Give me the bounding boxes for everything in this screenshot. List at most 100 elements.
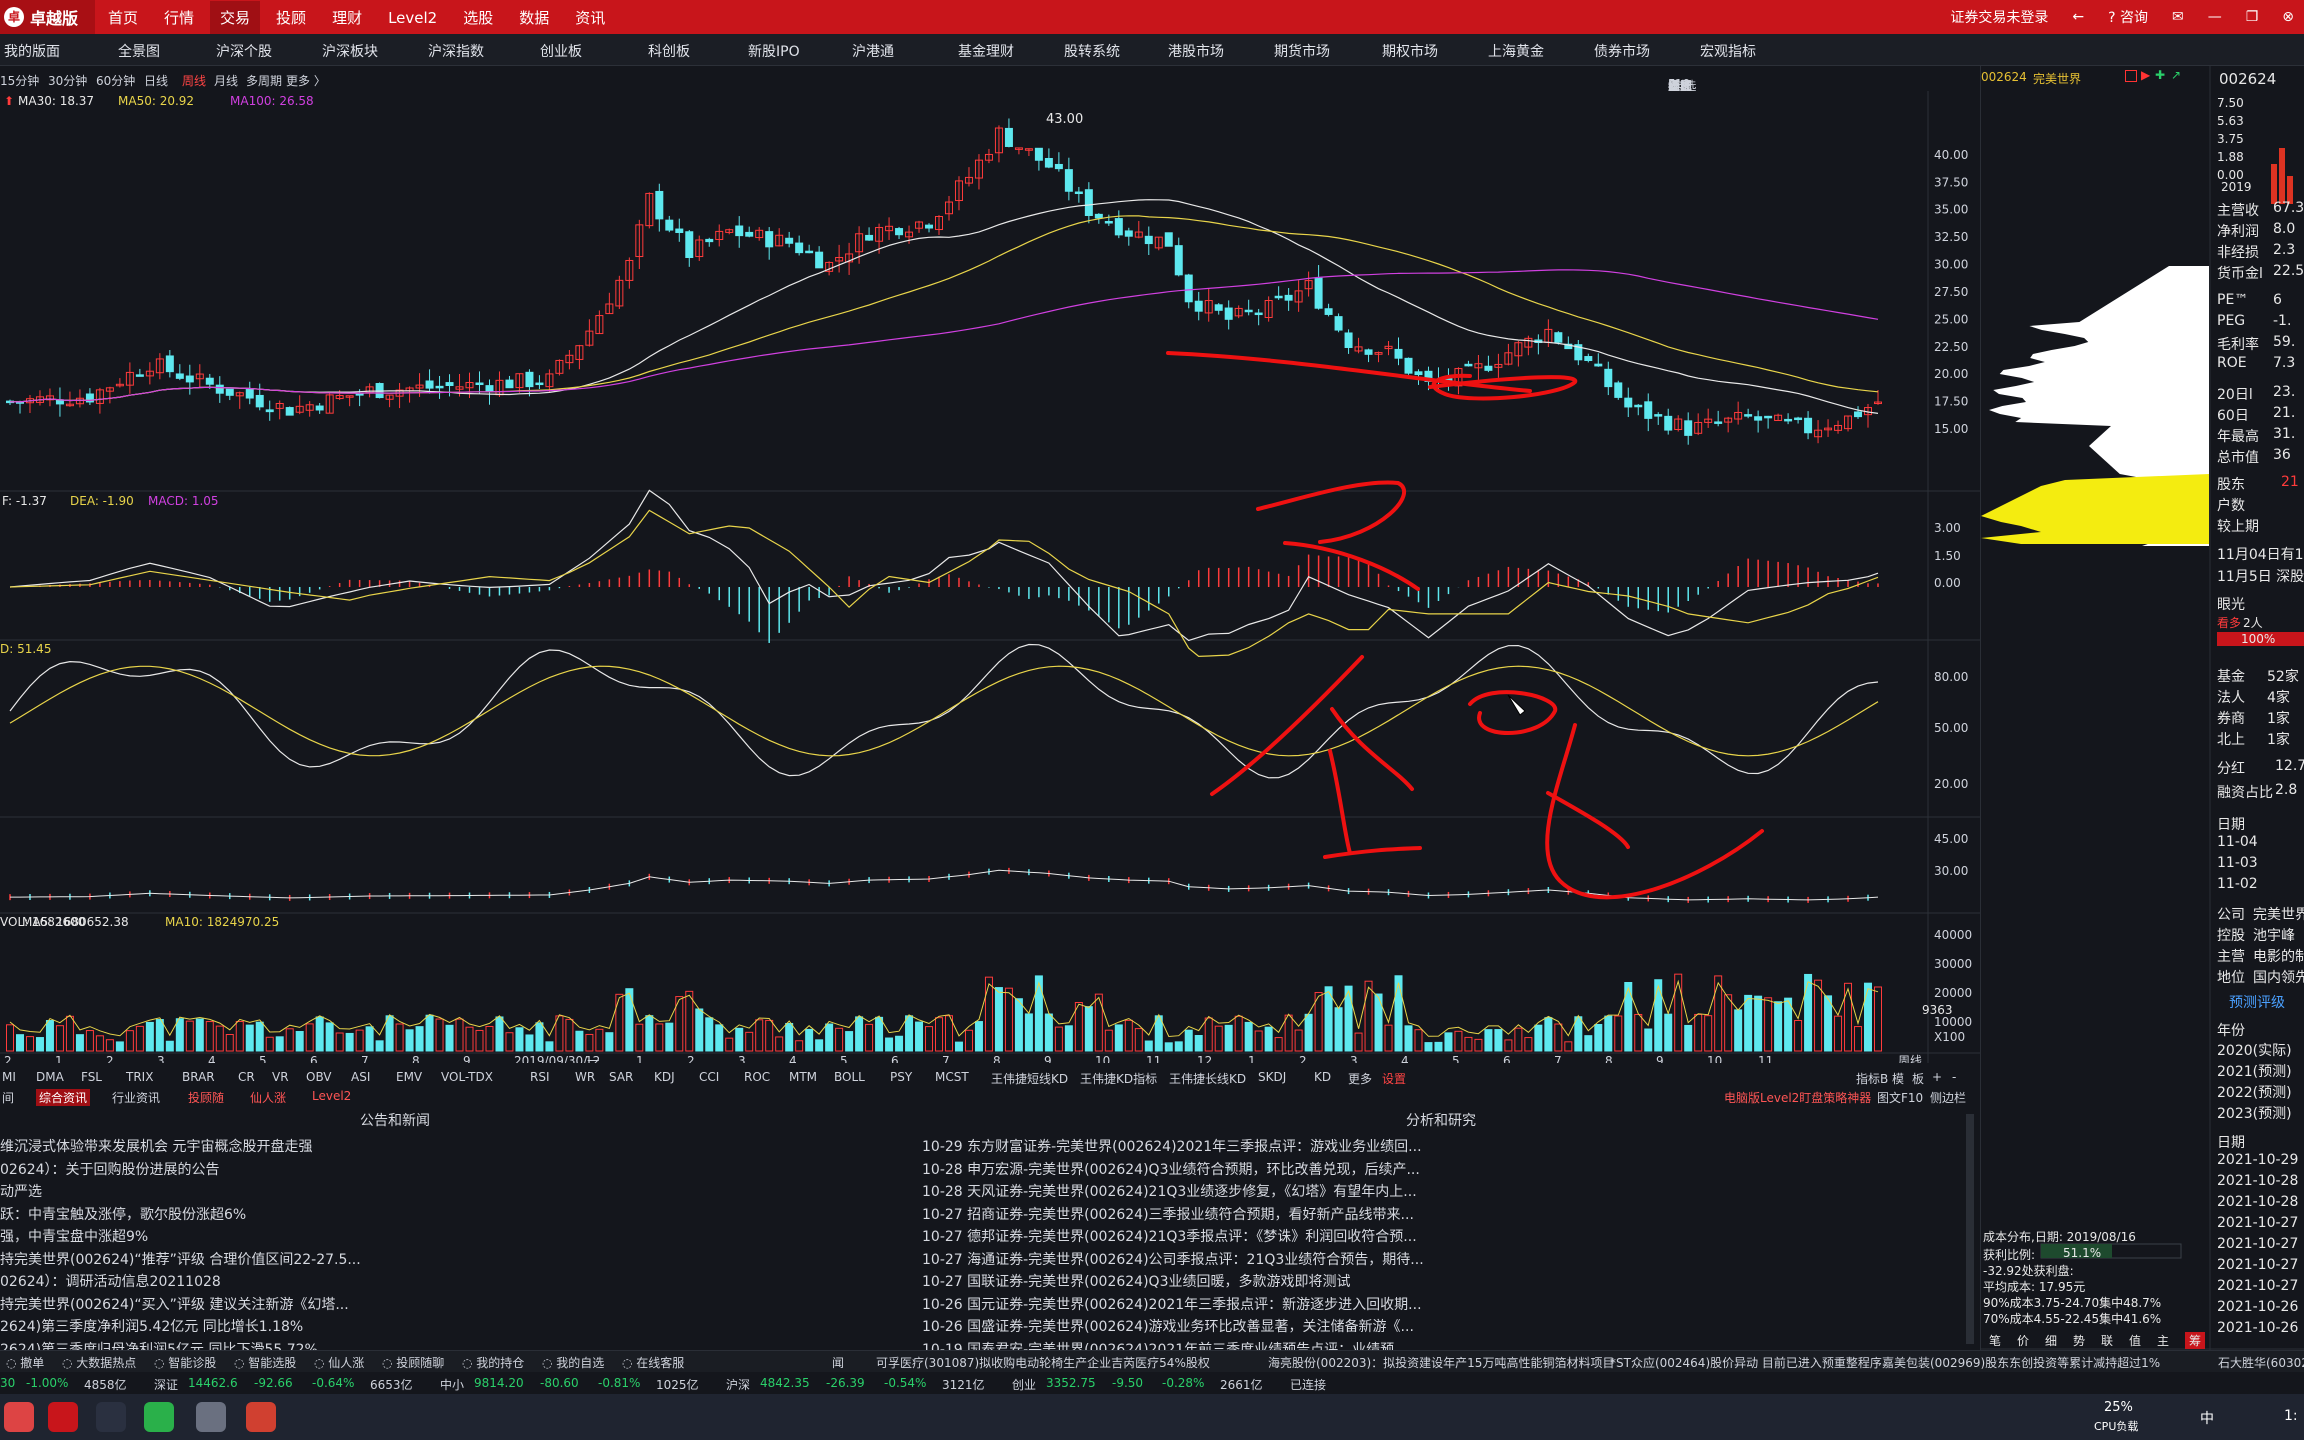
news-left-item[interactable]: 动严选 [0, 1181, 42, 1201]
app-taskbar-icon[interactable] [48, 1402, 78, 1432]
news-right-item[interactable]: 10-26 国盛证券-完美世界(002624)游戏业务环比改善显著，关注储备新游… [922, 1316, 1414, 1336]
index-item-14[interactable]: 4842.35 [760, 1376, 810, 1390]
index-item-9[interactable]: 9814.20 [474, 1376, 524, 1390]
period-tab-3[interactable]: 60分钟 [96, 72, 135, 89]
menu-0[interactable]: 首页 [108, 9, 138, 27]
index-item-19[interactable]: 3352.75 [1046, 1376, 1096, 1390]
index-item-7[interactable]: 6653亿 [370, 1376, 413, 1393]
ticker-item-3[interactable]: ◌ 智能选股 [234, 1354, 296, 1371]
mail-icon[interactable]: ✉ [2172, 9, 2184, 25]
sidebar-forecast-link[interactable]: 预测评级 [2229, 992, 2285, 1012]
news-left-item[interactable]: 强，中青宝盘中涨超9% [0, 1226, 148, 1246]
category-tab-2[interactable]: 沪深个股 [216, 41, 272, 61]
sidebar-bottom-tab-5[interactable]: 值 [2129, 1332, 2141, 1349]
category-tab-16[interactable]: 宏观指标 [1700, 41, 1756, 61]
index-item-8[interactable]: 中小 [440, 1376, 464, 1393]
category-tab-3[interactable]: 沪深板块 [322, 41, 378, 61]
indicator-tab-23[interactable]: 王伟捷长线KD [1169, 1070, 1246, 1087]
news-left-item[interactable]: 维沉浸式体验带来发展机会 元宇宙概念股开盘走强 [0, 1136, 312, 1156]
category-tab-4[interactable]: 沪深指数 [428, 41, 484, 61]
ticker-item-2[interactable]: ◌ 智能诊股 [154, 1354, 216, 1371]
ticker-item-8[interactable]: ◌ 在线客服 [622, 1354, 684, 1371]
indicator-tab-8[interactable]: ASI [351, 1070, 370, 1084]
info-tab-0[interactable]: 间 [2, 1089, 14, 1106]
indicator-tab-26[interactable]: 更多 [1348, 1070, 1372, 1087]
indicator-tab-18[interactable]: BOLL [834, 1070, 865, 1084]
index-item-21[interactable]: -0.28% [1162, 1376, 1204, 1390]
index-item-4[interactable]: 14462.6 [188, 1376, 238, 1390]
indicator-tab-16[interactable]: ROC [744, 1070, 770, 1084]
indicator-right-0[interactable]: 指标B [1856, 1070, 1888, 1087]
indicator-tab-5[interactable]: CR [238, 1070, 255, 1084]
ticker-news-0[interactable]: 闻 [832, 1354, 844, 1371]
login-status[interactable]: 证券交易未登录 [1950, 7, 2048, 27]
chart-area[interactable]: 40.00 37.50 35.00 32.50 30.00 27.50 25.00 22.50… [0, 91, 1980, 1076]
menu-7[interactable]: 数据 [519, 9, 549, 27]
category-tab-6[interactable]: 科创板 [648, 41, 690, 61]
news-left-item[interactable]: 02624）：关于回购股份进展的公告 [0, 1159, 220, 1179]
menu-2[interactable]: 交易 [210, 0, 261, 35]
index-item-15[interactable]: -26.39 [826, 1376, 865, 1390]
category-tab-12[interactable]: 期货市场 [1274, 41, 1330, 61]
news-right-item[interactable]: 10-27 国联证券-完美世界(002624)Q3业绩回暖，多款游戏即将测试 [922, 1271, 1350, 1291]
indicator-tab-15[interactable]: CCI [699, 1070, 719, 1084]
sidebar-bottom-tab-1[interactable]: 价 [2017, 1332, 2029, 1349]
indicator-tab-11[interactable]: RSI [530, 1070, 550, 1084]
menu-1[interactable]: 行情 [164, 9, 194, 27]
index-item-11[interactable]: -0.81% [598, 1376, 640, 1390]
news-right-item[interactable]: 10-27 招商证券-完美世界(002624)三季报业绩符合预期，看好新产品线带… [922, 1204, 1414, 1224]
ticker-news-1[interactable]: 可孚医疗(301087)拟收购电动轮椅生产企业吉芮医疗54%股权 [876, 1354, 1210, 1371]
camera-icon[interactable] [96, 1402, 126, 1432]
indicator-tab-21[interactable]: 王伟捷短线KD [991, 1070, 1068, 1087]
category-tab-10[interactable]: 股转系统 [1064, 41, 1120, 61]
news-scrollbar[interactable] [1966, 1114, 1974, 1344]
indicator-tab-14[interactable]: KDJ [654, 1070, 675, 1084]
ticker-item-0[interactable]: ◌ 撤单 [6, 1354, 44, 1371]
ticker-news-3[interactable]: *ST众应(002464)股价异动 目前已进入预重整程序 [1610, 1354, 1882, 1371]
restore-icon[interactable]: ❐ [2246, 9, 2259, 25]
chart-svg[interactable]: 40.00 37.50 35.00 32.50 30.00 27.50 25.00 22.50… [0, 91, 1980, 1076]
ticker-item-4[interactable]: ◌ 仙人涨 [314, 1354, 364, 1371]
news-left-item[interactable]: 02624）：调研活动信息20211028 [0, 1271, 221, 1291]
index-item-23[interactable]: 已连接 [1290, 1376, 1326, 1393]
indicator-tab-4[interactable]: BRAR [182, 1070, 215, 1084]
info-tab-5[interactable]: Level2 [312, 1089, 351, 1103]
indicator-tab-27[interactable]: 设置 [1382, 1070, 1406, 1087]
indicator-tab-12[interactable]: WR [575, 1070, 595, 1084]
sidebar-bottom-tab-2[interactable]: 细 [2045, 1332, 2057, 1349]
info-right-2[interactable]: 侧边栏 [1930, 1089, 1966, 1106]
wechat-icon[interactable] [144, 1402, 174, 1432]
ime-indicator[interactable]: 中 [2200, 1408, 2214, 1428]
info-tab-3[interactable]: 投顾随 [188, 1089, 224, 1106]
news-right-item[interactable]: 10-26 国元证券-完美世界(002624)2021年三季报点评：新游逐步进入… [922, 1294, 1422, 1314]
index-item-1[interactable]: -1.00% [26, 1376, 68, 1390]
category-tab-0[interactable]: 我的版面 [4, 41, 60, 61]
indicator-tab-25[interactable]: KD [1314, 1070, 1331, 1084]
index-item-17[interactable]: 3121亿 [942, 1376, 985, 1393]
index-item-20[interactable]: -9.50 [1112, 1376, 1143, 1390]
period-tab-7[interactable]: 多周期 [246, 72, 282, 89]
indicator-tab-19[interactable]: PSY [890, 1070, 912, 1084]
indicator-tab-3[interactable]: TRIX [126, 1070, 153, 1084]
indicator-tab-22[interactable]: 王伟捷KD指标 [1080, 1070, 1157, 1087]
indicator-right-4[interactable]: - [1952, 1070, 1956, 1084]
period-tab-6[interactable]: 月线 [214, 72, 238, 89]
menu-8[interactable]: 资讯 [575, 9, 605, 27]
indicator-tab-24[interactable]: SKDJ [1258, 1070, 1286, 1084]
indicator-tab-9[interactable]: EMV [396, 1070, 422, 1084]
indicator-tab-20[interactable]: MCST [935, 1070, 969, 1084]
index-item-18[interactable]: 创业 [1012, 1376, 1036, 1393]
back-icon[interactable]: ← [2072, 9, 2084, 25]
index-item-13[interactable]: 沪深 [726, 1376, 750, 1393]
category-tab-9[interactable]: 基金理财 [958, 41, 1014, 61]
news-left-item[interactable]: 持完美世界(002624)“买入”评级 建议关注新游《幻塔... [0, 1294, 349, 1314]
index-item-6[interactable]: -0.64% [312, 1376, 354, 1390]
app-logo[interactable]: 卓卓越版 [0, 0, 95, 34]
info-right-0[interactable]: 电脑版Level2盯盘策略神器 [1724, 1089, 1871, 1106]
period-tab-1[interactable]: 15分钟 [0, 72, 39, 89]
indicator-tab-0[interactable]: MI [2, 1070, 16, 1084]
index-item-5[interactable]: -92.66 [254, 1376, 293, 1390]
news-right-item[interactable]: 10-28 申万宏源-完美世界(002624)Q3业绩符合预期，环比改善兑现，后… [922, 1159, 1420, 1179]
category-tab-1[interactable]: 全景图 [118, 41, 160, 61]
indicator-right-1[interactable]: 模 [1892, 1070, 1904, 1087]
